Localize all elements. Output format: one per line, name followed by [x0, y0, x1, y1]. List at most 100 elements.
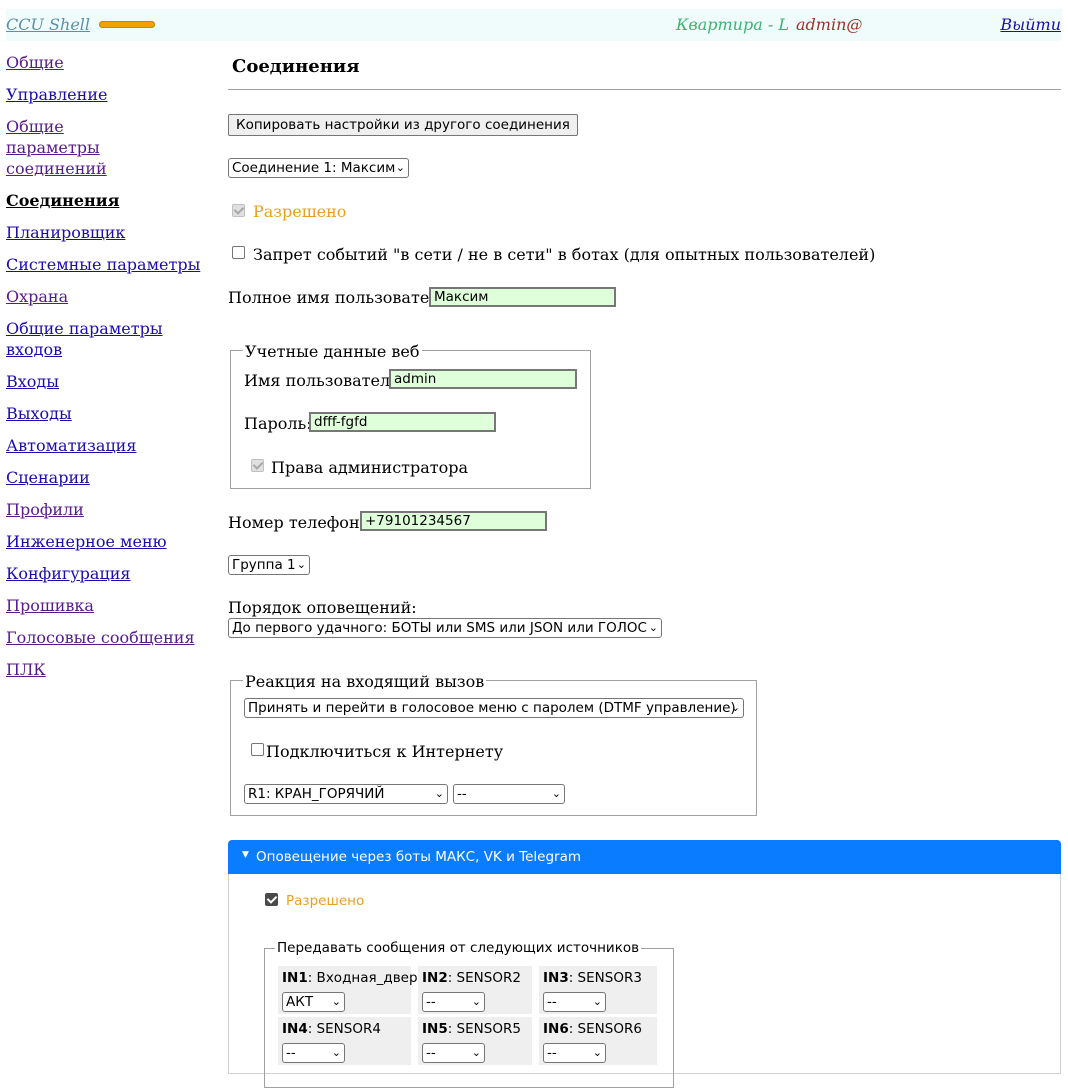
sidebar-item-configuration[interactable]: Конфигурация — [6, 563, 216, 584]
sidebar-item-control[interactable]: Управление — [6, 84, 216, 105]
source-name: : SENSOR5 — [447, 1021, 521, 1037]
sidebar-item-scenarios[interactable]: Сценарии — [6, 467, 216, 488]
connection-select-value: Соединение 1: Максим — [232, 160, 396, 176]
sources-legend: Передавать сообщения от следующих источн… — [275, 940, 642, 956]
group-select[interactable]: Группа 1 ⌄ — [228, 555, 310, 575]
source-name: : SENSOR4 — [307, 1021, 381, 1037]
sidebar-item-firmware[interactable]: Прошивка — [6, 595, 216, 616]
page-title: Соединения — [232, 56, 360, 77]
source-select-value: -- — [547, 994, 557, 1010]
incoming-action-select-value: Принять и перейти в голосовое меню с пар… — [248, 700, 736, 716]
sidebar-item-general[interactable]: Общие — [6, 52, 216, 73]
chevron-down-icon: ⌄ — [331, 995, 341, 1008]
bots-accordion-panel: Разрешено Передавать сообщения от следую… — [228, 874, 1061, 1088]
relay-action-select[interactable]: -- ⌄ — [453, 784, 565, 804]
chevron-down-icon: ⌄ — [434, 787, 444, 800]
source-select[interactable]: -- ⌄ — [422, 1043, 485, 1063]
ban-events-checkbox[interactable] — [232, 246, 245, 259]
chevron-down-icon: ⌄ — [592, 995, 602, 1008]
relay-select[interactable]: R1: КРАН_ГОРЯЧИЙ ⌄ — [244, 784, 448, 804]
admin-rights-label: Права администратора — [271, 458, 469, 477]
bots-allowed-label: Разрешено — [286, 893, 365, 909]
brand-link[interactable]: CCU Shell — [6, 15, 90, 34]
sidebar-item-connections[interactable]: Соединения — [6, 190, 216, 211]
allowed-label: Разрешено — [253, 202, 347, 221]
sidebar-item-engineering[interactable]: Инженерное меню — [6, 531, 216, 552]
bots-allowed-checkbox[interactable] — [265, 893, 278, 906]
source-cell: IN4: SENSOR4 -- ⌄ — [278, 1017, 411, 1065]
top-bar: CCU Shell Квартира - L admin@ Выйти — [6, 9, 1062, 41]
sidebar-item-automation[interactable]: Автоматизация — [6, 435, 216, 456]
chevron-down-icon: ⌄ — [730, 701, 740, 714]
status-progress-bar — [99, 21, 155, 28]
sidebar-item-system-params[interactable]: Системные параметры — [6, 254, 216, 275]
source-id: IN3 — [543, 970, 569, 986]
sidebar-item-outputs[interactable]: Выходы — [6, 403, 216, 424]
password-label: Пароль: — [244, 414, 312, 433]
username-input[interactable]: admin — [389, 369, 577, 389]
sidebar-item-profiles[interactable]: Профили — [6, 499, 216, 520]
source-name: : SENSOR2 — [447, 970, 521, 986]
sources-fieldset: Передавать сообщения от следующих источн… — [264, 940, 674, 1088]
notify-order-select-value: До первого удачного: БОТЫ или SMS или JS… — [232, 620, 647, 636]
incoming-action-select[interactable]: Принять и перейти в голосовое меню с пар… — [244, 698, 744, 718]
title-divider — [228, 89, 1061, 90]
group-select-value: Группа 1 — [232, 557, 296, 573]
source-select-value: -- — [547, 1045, 557, 1061]
source-select[interactable]: -- ⌄ — [543, 1043, 606, 1063]
source-cell: IN3: SENSOR3 -- ⌄ — [539, 966, 657, 1014]
username-label: Имя пользователя: — [244, 371, 406, 390]
source-name: : SENSOR3 — [568, 970, 642, 986]
phone-input[interactable]: +79101234567 — [360, 511, 547, 531]
source-select-value: -- — [426, 994, 436, 1010]
fullname-label: Полное имя пользователя: — [228, 288, 455, 307]
chevron-down-icon: ⌄ — [395, 161, 405, 174]
source-id: IN2 — [422, 970, 448, 986]
current-user: admin@ — [796, 15, 863, 34]
sidebar-item-plc[interactable]: ПЛК — [6, 659, 216, 680]
sidebar-item-input-params[interactable]: Общие параметры входов — [6, 318, 216, 360]
sidebar-item-voice-messages[interactable]: Голосовые сообщения — [6, 627, 216, 648]
admin-rights-checkbox[interactable] — [251, 459, 264, 472]
fullname-input[interactable]: Максим — [429, 287, 616, 307]
copy-settings-button[interactable]: Копировать настройки из другого соединен… — [228, 114, 578, 136]
logout-link[interactable]: Выйти — [1000, 15, 1061, 34]
allowed-checkbox[interactable] — [232, 204, 245, 217]
sidebar-item-connection-params[interactable]: Общие параметры соединений — [6, 116, 156, 179]
password-input[interactable]: dfff-fgfd — [309, 412, 496, 432]
source-id: IN1 — [282, 970, 308, 986]
sidebar-item-security[interactable]: Охрана — [6, 286, 216, 307]
source-select-value: -- — [426, 1045, 436, 1061]
source-cell: IN2: SENSOR2 -- ⌄ — [418, 966, 532, 1014]
source-select[interactable]: -- ⌄ — [282, 1043, 345, 1063]
source-name: : SENSOR6 — [568, 1021, 642, 1037]
notify-order-select[interactable]: До первого удачного: БОТЫ или SMS или JS… — [228, 618, 662, 638]
source-cell: IN1: Входная_дверь АКТ ⌄ — [278, 966, 426, 1014]
incoming-call-fieldset: Реакция на входящий вызов Принять и пере… — [230, 672, 757, 816]
bots-accordion-title: Оповещение через боты МАКС, VK и Telegra… — [256, 849, 581, 865]
source-select-value: -- — [286, 1045, 296, 1061]
triangle-down-icon: ▼ — [242, 850, 249, 860]
phone-label: Номер телефона: — [228, 513, 375, 532]
web-credentials-legend: Учетные данные веб — [243, 342, 422, 361]
connection-select[interactable]: Соединение 1: Максим ⌄ — [228, 158, 409, 178]
site-name: Квартира - L — [676, 15, 789, 34]
sidebar-item-scheduler[interactable]: Планировщик — [6, 222, 216, 243]
relay-select-value: R1: КРАН_ГОРЯЧИЙ — [248, 786, 385, 802]
bots-accordion-header[interactable]: ▼ Оповещение через боты МАКС, VK и Teleg… — [228, 840, 1061, 874]
source-select[interactable]: -- ⌄ — [543, 992, 606, 1012]
source-id: IN6 — [543, 1021, 569, 1037]
chevron-down-icon: ⌄ — [592, 1046, 602, 1059]
source-id: IN4 — [282, 1021, 308, 1037]
web-credentials-fieldset: Учетные данные веб Имя пользователя: adm… — [230, 342, 591, 489]
source-select[interactable]: АКТ ⌄ — [282, 992, 345, 1012]
source-select[interactable]: -- ⌄ — [422, 992, 485, 1012]
source-name: : Входная_дверь — [307, 970, 426, 986]
chevron-down-icon: ⌄ — [296, 558, 306, 571]
internet-checkbox[interactable] — [251, 743, 264, 756]
source-cell: IN5: SENSOR5 -- ⌄ — [418, 1017, 532, 1065]
sidebar: Общие Управление Общие параметры соедине… — [6, 52, 216, 691]
sidebar-item-inputs[interactable]: Входы — [6, 371, 216, 392]
ban-events-label: Запрет событий "в сети / не в сети" в бо… — [253, 245, 876, 264]
chevron-down-icon: ⌄ — [331, 1046, 341, 1059]
